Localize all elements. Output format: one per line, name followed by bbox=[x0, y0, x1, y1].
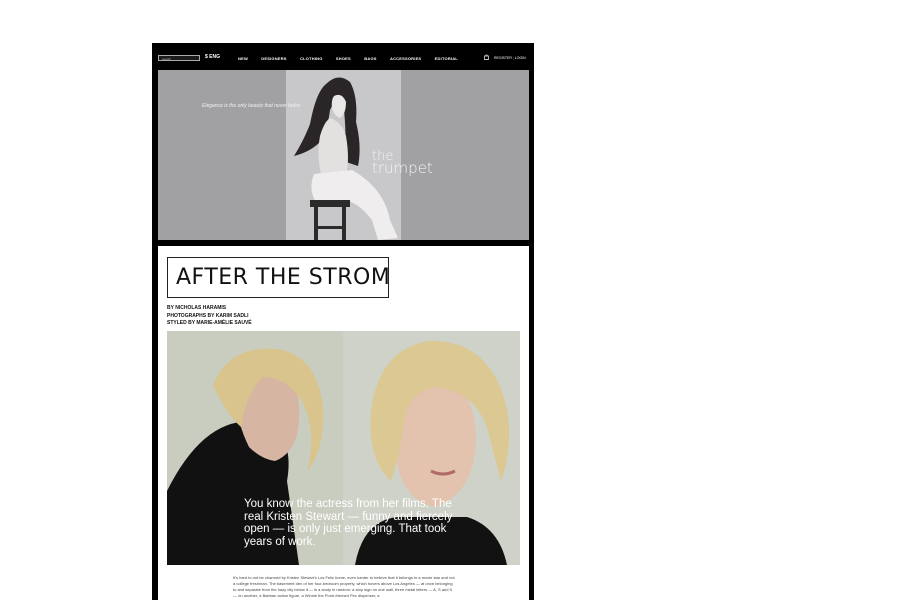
shopping-bag-icon[interactable] bbox=[484, 54, 489, 60]
article-feature-photo: You know the actress from her films. The… bbox=[167, 331, 520, 565]
article-title: AFTER THE STROM bbox=[167, 257, 390, 298]
credit-photographer: PHOTOGRAPHS BY KARIM SADLI bbox=[167, 312, 249, 319]
nav-link-designers[interactable]: DESIGNERS bbox=[261, 56, 286, 61]
article-body-text: It's hard to not be charmed by Kristen S… bbox=[233, 575, 455, 598]
article: AFTER THE STROM BY NICHOLAS HARAMIS PHOT… bbox=[158, 246, 529, 600]
pull-quote: You know the actress from her films. The… bbox=[244, 498, 453, 548]
nav-link-accessories[interactable]: ACCESSORIES bbox=[390, 56, 421, 61]
currency-language-selector[interactable]: $ ENG bbox=[205, 54, 220, 60]
page-frame: search $ ENG NEW DESIGNERS CLOTHING SHOE… bbox=[152, 43, 534, 600]
login-link[interactable]: LOGIN bbox=[515, 56, 526, 60]
register-link[interactable]: REGISTER bbox=[494, 56, 512, 60]
brand-logo-line-2: trumpet bbox=[372, 159, 433, 178]
hero-tagline: Elegance is the only beauty that never f… bbox=[202, 103, 301, 109]
hero-banner[interactable]: Elegance is the only beauty that never f… bbox=[158, 70, 529, 240]
credit-author: BY NICHOLAS HARAMIS bbox=[167, 305, 227, 311]
credit-stylist: STYLED BY MARIE-AMÉLIE SAUVÉ bbox=[167, 320, 252, 326]
account-links: REGISTER | LOGIN bbox=[494, 56, 526, 60]
search-input[interactable]: search bbox=[158, 55, 200, 61]
top-nav: search $ ENG NEW DESIGNERS CLOTHING SHOE… bbox=[152, 43, 534, 70]
nav-links: NEW DESIGNERS CLOTHING SHOES BAGS ACCESS… bbox=[238, 56, 458, 61]
nav-link-new[interactable]: NEW bbox=[238, 56, 248, 61]
nav-link-bags[interactable]: BAGS bbox=[364, 56, 376, 61]
nav-link-clothing[interactable]: CLOTHING bbox=[300, 56, 323, 61]
nav-link-shoes[interactable]: SHOES bbox=[336, 56, 351, 61]
brand-logo: the trumpet bbox=[372, 150, 433, 178]
nav-link-editorial[interactable]: EDITORIAL bbox=[435, 56, 458, 61]
article-credits: BY NICHOLAS HARAMIS PHOTOGRAPHS BY KARIM… bbox=[167, 305, 252, 328]
